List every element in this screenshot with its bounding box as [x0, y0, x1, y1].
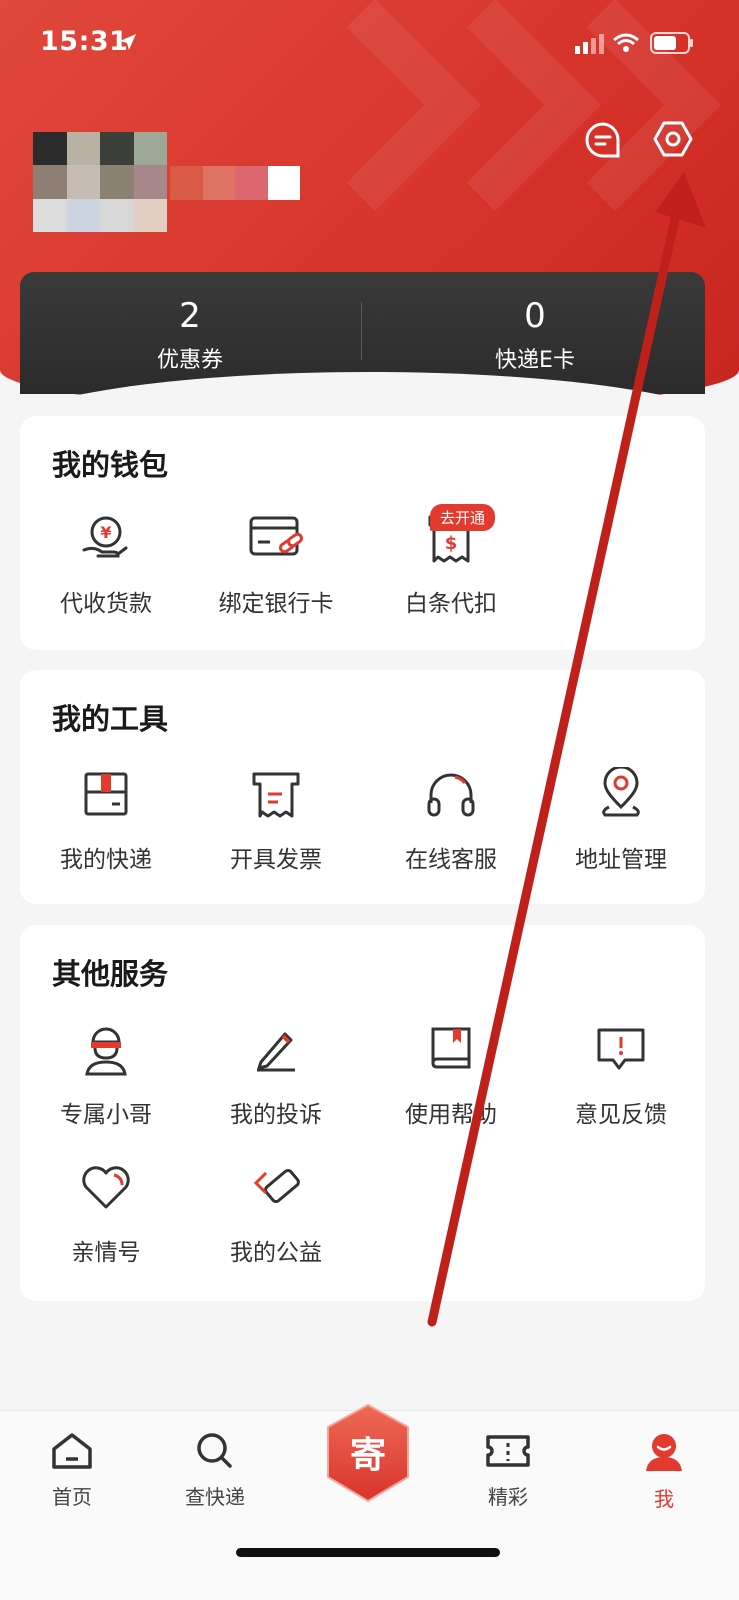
- home-icon: [52, 1433, 92, 1469]
- headset-icon: [427, 773, 475, 817]
- coupon-stat[interactable]: 2 优惠券: [20, 296, 360, 374]
- search-icon: [197, 1433, 232, 1468]
- send-center-icon: 寄: [327, 1404, 409, 1502]
- tool-item-address[interactable]: 地址管理: [535, 766, 707, 874]
- invoice-icon: [252, 772, 300, 818]
- tool-item-label: 开具发票: [230, 847, 322, 873]
- status-bar: 15:31: [0, 0, 739, 90]
- service-item-label: 亲情号: [71, 1240, 141, 1266]
- tool-item-my-express[interactable]: 我的快递: [20, 766, 192, 874]
- nav-me[interactable]: 我: [614, 1431, 714, 1512]
- courier-icon: [85, 1027, 127, 1076]
- ticket-icon: [486, 1435, 530, 1467]
- message-icon[interactable]: [583, 120, 623, 160]
- send-label: 寄: [350, 1435, 386, 1476]
- wallet-item-label: 白条代扣: [405, 591, 497, 617]
- wallet-item-cod[interactable]: ¥ 代收货款: [20, 510, 192, 618]
- tool-item-invoice[interactable]: 开具发票: [190, 766, 362, 874]
- wallet-item-bind-card[interactable]: 绑定银行卡: [190, 510, 362, 618]
- tool-item-label: 我的快递: [60, 847, 152, 873]
- home-indicator: [236, 1548, 500, 1557]
- wifi-icon: [613, 33, 639, 52]
- service-item-label: 使用帮助: [405, 1102, 497, 1128]
- tools-section: 我的工具 我的快递 开具发票 在线客服 地址管理: [20, 670, 705, 904]
- activate-badge[interactable]: 去开通: [430, 504, 496, 531]
- nav-featured[interactable]: 精彩: [458, 1431, 558, 1510]
- pen-icon: [257, 1032, 295, 1072]
- nav-featured-label: 精彩: [488, 1485, 528, 1509]
- bottom-nav: 首页 查快递 寄 精彩 我: [0, 1404, 739, 1600]
- wallet-item-label: 代收货款: [60, 591, 152, 617]
- avatar[interactable]: [33, 132, 167, 232]
- status-time: 15:31: [40, 26, 129, 57]
- other-services-section: 其他服务 专属小哥 我的投诉 使用帮助 意见反馈 亲情号 我的公益: [20, 925, 705, 1301]
- service-item-complaint[interactable]: 我的投诉: [190, 1021, 362, 1129]
- location-arrow-icon: [120, 34, 136, 50]
- svg-text:¥: ¥: [100, 523, 111, 542]
- stat-divider: [361, 302, 362, 360]
- tool-item-label: 在线客服: [405, 847, 497, 873]
- ecard-stat[interactable]: 0 快递E卡: [365, 296, 705, 374]
- nickname-blurred: [170, 166, 300, 200]
- nav-home-label: 首页: [52, 1485, 92, 1509]
- battery-icon: [650, 32, 693, 54]
- service-item-label: 专属小哥: [60, 1102, 152, 1128]
- ecard-label: 快递E卡: [495, 348, 575, 373]
- nav-home[interactable]: 首页: [22, 1431, 122, 1510]
- wallet-title: 我的钱包: [52, 448, 169, 482]
- service-item-feedback[interactable]: 意见反馈: [535, 1021, 707, 1129]
- signal-icon: [575, 34, 604, 54]
- location-pin-icon: [602, 767, 640, 817]
- charity-icon: [253, 1168, 300, 1204]
- profile-icon: [646, 1434, 682, 1471]
- bank-card-link-icon: [249, 516, 303, 556]
- coupon-count: 2: [179, 296, 201, 336]
- nav-me-label: 我: [654, 1487, 674, 1511]
- nav-track-label: 查快递: [185, 1485, 245, 1509]
- service-item-label: 我的投诉: [230, 1102, 322, 1128]
- package-icon: [84, 772, 128, 816]
- wallet-item-label: 绑定银行卡: [218, 591, 334, 617]
- other-services-title: 其他服务: [52, 957, 169, 991]
- tools-title: 我的工具: [52, 702, 169, 736]
- settings-icon[interactable]: [652, 118, 694, 160]
- wallet-section: 我的钱包 ¥ 代收货款 绑定银行卡 $ 白条代扣: [20, 416, 705, 650]
- nav-send-button[interactable]: 寄: [320, 1401, 416, 1505]
- yen-hand-icon: ¥: [82, 516, 128, 558]
- tool-item-online-service[interactable]: 在线客服: [365, 766, 537, 874]
- service-item-family-number[interactable]: 亲情号: [20, 1159, 192, 1267]
- service-item-help[interactable]: 使用帮助: [365, 1021, 537, 1129]
- ecard-count: 0: [524, 296, 546, 336]
- coupon-label: 优惠券: [156, 348, 223, 373]
- service-item-label: 我的公益: [230, 1240, 322, 1266]
- feedback-icon: [597, 1028, 645, 1070]
- tool-item-label: 地址管理: [575, 847, 667, 873]
- service-item-label: 意见反馈: [575, 1102, 667, 1128]
- heart-icon: [82, 1166, 130, 1209]
- service-item-courier[interactable]: 专属小哥: [20, 1021, 192, 1129]
- svg-text:$: $: [445, 533, 458, 554]
- service-item-charity[interactable]: 我的公益: [190, 1159, 362, 1267]
- book-icon: [431, 1027, 471, 1069]
- nav-track[interactable]: 查快递: [165, 1431, 265, 1510]
